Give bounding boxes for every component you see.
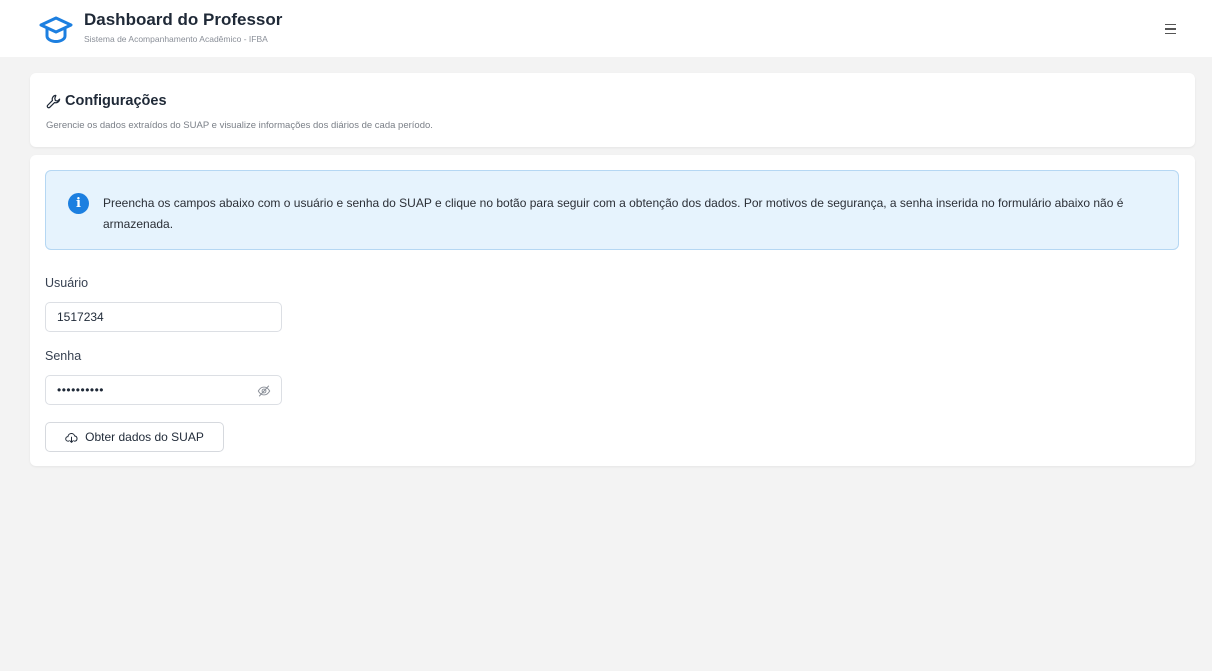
info-alert: i Preencha os campos abaixo com o usuári… — [45, 170, 1179, 250]
password-label: Senha — [45, 349, 82, 363]
eye-off-icon[interactable] — [257, 384, 271, 398]
get-suap-data-button[interactable]: Obter dados do SUAP — [45, 422, 224, 452]
get-suap-data-button-label: Obter dados do SUAP — [85, 430, 204, 444]
cloud-download-icon — [65, 432, 78, 443]
graduation-cap-icon — [39, 16, 73, 44]
password-input-value: •••••••••• — [57, 383, 105, 397]
app-subtitle: Sistema de Acompanhamento Acadêmico - IF… — [84, 34, 268, 44]
page-description: Gerencie os dados extraídos do SUAP e vi… — [46, 120, 433, 131]
settings-header-card: Configurações Gerencie os dados extraído… — [30, 73, 1195, 147]
wrench-icon — [46, 94, 61, 108]
user-input[interactable]: 1517234 — [45, 302, 282, 332]
app-title: Dashboard do Professor — [84, 10, 283, 29]
user-input-value: 1517234 — [57, 310, 104, 324]
info-alert-text: Preencha os campos abaixo com o usuário … — [103, 196, 1124, 231]
hamburger-menu-icon[interactable] — [1158, 18, 1182, 40]
user-label: Usuário — [45, 276, 89, 290]
password-input[interactable]: •••••••••• — [45, 375, 282, 405]
page-title: Configurações — [46, 93, 167, 109]
suap-form-card: i Preencha os campos abaixo com o usuári… — [30, 155, 1195, 466]
brand: Dashboard do Professor Sistema de Acompa… — [84, 9, 282, 46]
info-icon: i — [68, 193, 89, 214]
page-title-text: Configurações — [65, 93, 167, 109]
top-navbar: Dashboard do Professor Sistema de Acompa… — [0, 0, 1212, 57]
